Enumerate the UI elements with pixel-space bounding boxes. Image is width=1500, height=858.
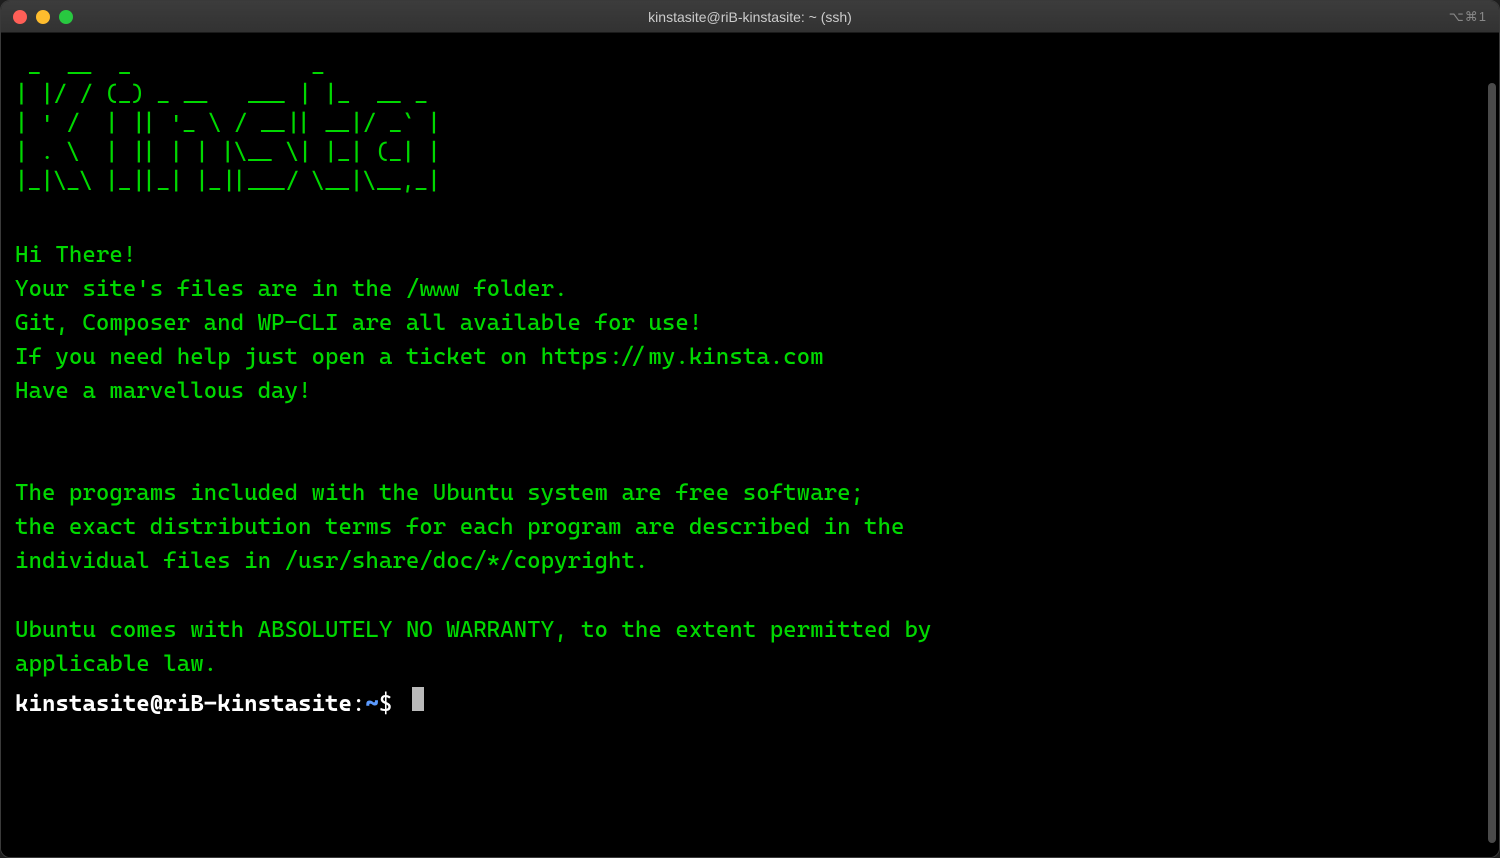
- motd-line: Ubuntu comes with ABSOLUTELY NO WARRANTY…: [15, 617, 931, 643]
- terminal-body[interactable]: _ __ _ _ | |/ / (_) _ __ ___ | |_ __ _ |…: [1, 33, 1499, 857]
- prompt-user-host: kinstasite@riB-kinstasite: [15, 691, 352, 717]
- scrollbar[interactable]: [1488, 83, 1496, 843]
- motd-line: individual files in /usr/share/doc/*/cop…: [15, 548, 648, 574]
- traffic-lights: [13, 10, 73, 24]
- motd-line: Git, Composer and WP-CLI are all availab…: [15, 310, 702, 336]
- terminal-output: Hi There! Your site's files are in the /…: [15, 204, 1485, 680]
- motd-line: applicable law.: [15, 651, 217, 677]
- cursor: [412, 687, 424, 711]
- prompt-symbol: $: [379, 691, 406, 717]
- motd-line: The programs included with the Ubuntu sy…: [15, 480, 864, 506]
- maximize-button[interactable]: [59, 10, 73, 24]
- motd-line: Your site's files are in the /www folder…: [15, 276, 568, 302]
- terminal-window: kinstasite@riB-kinstasite: ~ (ssh) ⌥⌘1 _…: [0, 0, 1500, 858]
- motd-line: the exact distribution terms for each pr…: [15, 514, 904, 540]
- ascii-art-logo: _ __ _ _ | |/ / (_) _ __ ___ | |_ __ _ |…: [15, 51, 1485, 196]
- window-title: kinstasite@riB-kinstasite: ~ (ssh): [648, 9, 852, 25]
- motd-line: Hi There!: [15, 242, 136, 268]
- minimize-button[interactable]: [36, 10, 50, 24]
- prompt-colon: :: [352, 691, 365, 717]
- motd-line: Have a marvellous day!: [15, 378, 311, 404]
- titlebar[interactable]: kinstasite@riB-kinstasite: ~ (ssh) ⌥⌘1: [1, 1, 1499, 33]
- prompt-path: ~: [365, 691, 378, 717]
- motd-line: If you need help just open a ticket on h…: [15, 344, 824, 370]
- close-button[interactable]: [13, 10, 27, 24]
- prompt-line[interactable]: kinstasite@riB-kinstasite:~$: [15, 687, 1485, 717]
- shortcut-hint: ⌥⌘1: [1449, 9, 1487, 25]
